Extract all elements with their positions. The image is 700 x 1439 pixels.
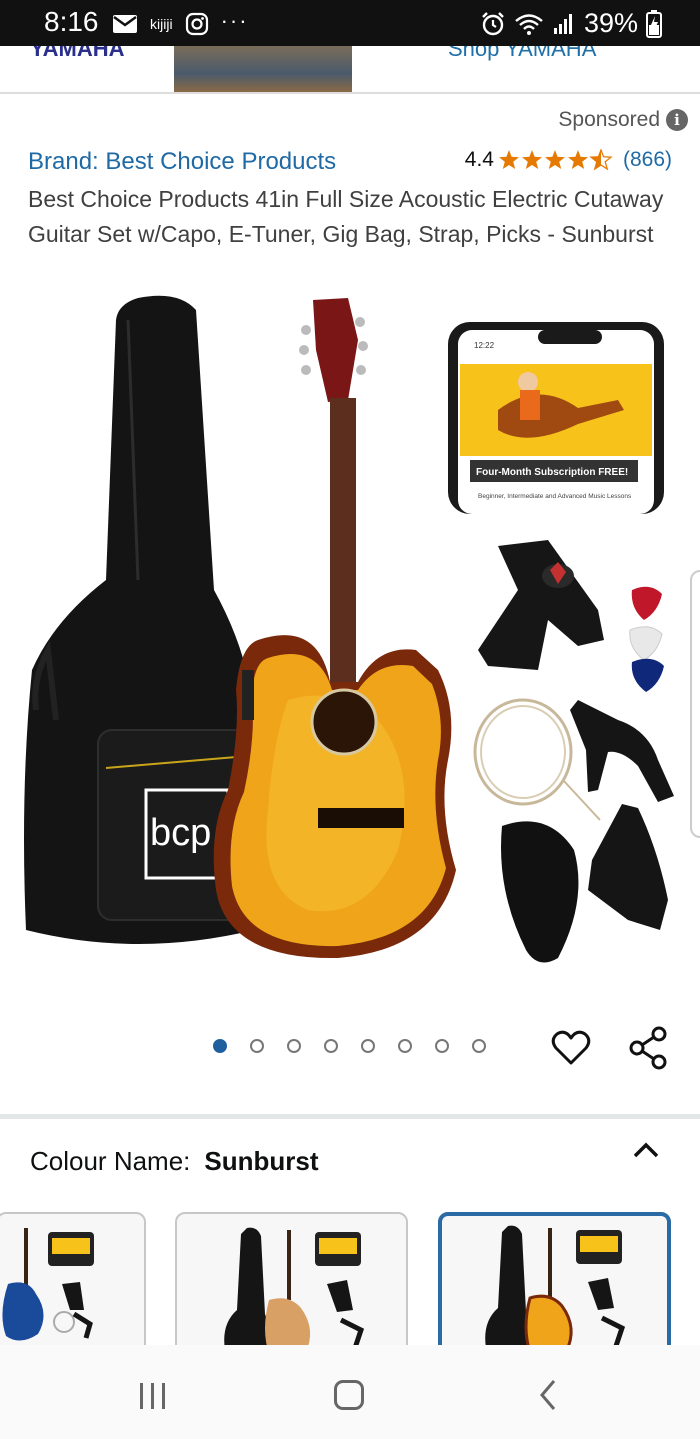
picks-image: [629, 586, 664, 692]
carousel-dot[interactable]: [287, 1039, 301, 1053]
subscription-sub: Beginner, Intermediate and Advanced Musi…: [478, 493, 632, 500]
alarm-icon: [482, 11, 504, 35]
rating-summary[interactable]: 4.4 (866): [465, 148, 672, 172]
chevron-up-icon[interactable]: [632, 1140, 660, 1160]
carousel-dot[interactable]: [398, 1039, 412, 1053]
carousel-dot[interactable]: [324, 1039, 338, 1053]
status-time: 8:16: [44, 6, 99, 37]
capo-image: [570, 700, 674, 802]
signal-icon: [553, 13, 572, 34]
wishlist-heart-icon[interactable]: [551, 1030, 591, 1066]
carousel-dot[interactable]: [250, 1039, 264, 1053]
brand-link[interactable]: Brand: Best Choice Products: [28, 148, 336, 176]
status-system-icons: 39%: [480, 8, 662, 39]
instagram-icon: [185, 12, 208, 36]
swatch-blue-thumbnail: [2, 1228, 94, 1341]
swatch-natural-thumbnail: [224, 1227, 365, 1354]
image-carousel-indicator: [0, 1034, 700, 1062]
home-button[interactable]: [334, 1380, 364, 1410]
pickguard-image: [501, 821, 579, 963]
info-icon[interactable]: i: [666, 109, 688, 131]
colour-swatch-sunburst-selected[interactable]: [438, 1212, 671, 1362]
phone-time: 12:22: [474, 341, 495, 350]
ad-shop-link[interactable]: Shop YAMAHA: [448, 46, 596, 62]
strap-image: [478, 540, 604, 670]
subscription-title: Four-Month Subscription FREE!: [476, 467, 628, 478]
ad-brand-logo: YAMAHA: [30, 46, 125, 61]
cloth-image: [588, 804, 668, 930]
swatch-sunburst-thumbnail: [485, 1225, 626, 1354]
status-bar: 8:16 kijiji ··· 39%: [0, 0, 700, 46]
section-divider: [0, 1114, 700, 1119]
guitar-image: [213, 298, 456, 959]
colour-swatch-blue[interactable]: [0, 1212, 146, 1362]
product-image[interactable]: bcp 12:22 Four-Month Subscription FREE! …: [18, 290, 688, 970]
side-scroll-handle[interactable]: [690, 570, 700, 838]
sponsored-text: Sponsored: [558, 108, 660, 131]
kijiji-icon: kijiji: [150, 16, 173, 32]
battery-percent: 39%: [583, 8, 638, 38]
rating-value: 4.4: [464, 148, 494, 171]
product-title: Best Choice Products 41in Full Size Acou…: [28, 186, 664, 247]
more-notifications-icon: ···: [220, 8, 249, 33]
battery-charging-icon: [646, 9, 662, 38]
colour-swatch-natural[interactable]: [175, 1212, 408, 1362]
colour-value: Sunburst: [204, 1146, 319, 1176]
ad-image: [174, 46, 352, 92]
status-notifications: kijiji ···: [112, 8, 249, 36]
sponsored-label[interactable]: Sponsored i: [558, 108, 688, 132]
carousel-dot[interactable]: [361, 1039, 375, 1053]
back-button[interactable]: [538, 1378, 558, 1412]
share-icon[interactable]: [628, 1026, 670, 1070]
wifi-icon: [515, 13, 543, 35]
review-count-link[interactable]: (866): [623, 148, 672, 172]
star-rating-icon: [498, 149, 612, 170]
bag-logo-text: bcp: [150, 812, 211, 854]
colour-label: Colour Name:: [30, 1146, 191, 1176]
phone-lessons-image: 12:22 Four-Month Subscription FREE! Begi…: [448, 322, 664, 514]
colour-selection: Colour Name: Sunburst: [30, 1146, 319, 1177]
recent-apps-button[interactable]: [140, 1383, 165, 1409]
mail-icon: [113, 15, 137, 33]
android-navigation-bar: [0, 1345, 700, 1439]
ad-banner[interactable]: YAMAHA Shop YAMAHA: [0, 46, 700, 94]
carousel-dot[interactable]: [213, 1039, 227, 1053]
carousel-dot[interactable]: [435, 1039, 449, 1053]
carousel-dot[interactable]: [472, 1039, 486, 1053]
